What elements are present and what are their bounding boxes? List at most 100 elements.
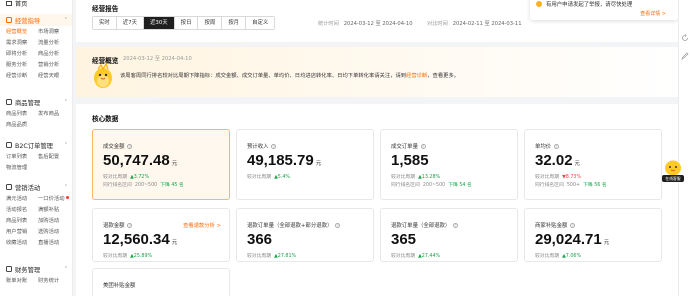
sidebar-item-label: 营销分析: [38, 62, 60, 68]
sidebar-item[interactable]: 商品列表: [6, 218, 38, 225]
sidebar-item[interactable]: 财务统计: [38, 278, 70, 285]
metric-card[interactable]: 退款订单量（全部退款+部分退款） ? 366 较对比周期 ▲27.81%: [236, 208, 374, 262]
page-title: 经营报告: [92, 5, 119, 13]
chevron-up-icon: ⌃: [63, 99, 68, 105]
sidebar-section[interactable]: 财务管理 ⌃: [0, 263, 72, 275]
metric-name-text: 成交订单量: [391, 144, 418, 150]
sidebar-item[interactable]: 收藏活动: [6, 240, 38, 247]
sidebar-item-label: 活动报名: [6, 207, 28, 213]
sidebar-item[interactable]: 营销分析: [38, 62, 70, 69]
metric-name-text: 退款订单量（全部退款+部分退款）: [247, 223, 333, 229]
sidebar-item[interactable]: 服务分析: [6, 62, 38, 69]
sidebar-item[interactable]: 订单列表: [6, 154, 38, 161]
period-tabs: 实时 近7天 近30天 按日 按周 按月 自定义: [92, 16, 276, 30]
help-icon[interactable]: ?: [127, 144, 133, 149]
help-icon[interactable]: ?: [453, 223, 459, 228]
metric-compare: 较对比周期 ▲25.89%: [103, 252, 152, 259]
sidebar-item[interactable]: 经营概览: [6, 29, 38, 36]
sidebar-item[interactable]: 即将分析: [6, 51, 38, 58]
sidebar-item[interactable]: 一口价活动: [38, 196, 70, 203]
sidebar-section[interactable]: 商品管理 ⌃: [0, 96, 72, 108]
sidebar-item-label: 选购活动: [38, 229, 60, 235]
metric-rank-range: 500+: [566, 183, 581, 188]
metric-delta: 27.44%: [421, 254, 441, 259]
metric-compare: 较对比周期 ▲27.44%: [391, 252, 440, 259]
period-tab[interactable]: 自定义: [246, 17, 275, 29]
sidebar-item[interactable]: 物流管理: [6, 165, 38, 172]
sidebar-item[interactable]: 直播活动: [38, 240, 70, 247]
sidebar-item[interactable]: 市场洞察: [38, 29, 70, 36]
metric-card[interactable]: 退款金额 ? 查看退款分析 > 12,560.34 元较对比周期 ▲25.89%: [92, 208, 230, 262]
period-tab[interactable]: 实时: [93, 17, 117, 29]
sidebar-section-label: B2C订单管理: [15, 142, 53, 150]
notice-popup[interactable]: 有用户申请发起了举报，请尽快处理 查看详情 >: [530, 0, 678, 20]
metric-value-number: 49,185.79: [247, 152, 314, 169]
sidebar-item-label: 一口价活动: [38, 196, 65, 202]
metric-compare-label: 较对比周期: [535, 254, 559, 259]
metric-rank-range: 200~500: [422, 183, 446, 188]
online-service-button[interactable]: 在线客服: [662, 158, 684, 184]
sidebar-item[interactable]: 商品品质: [6, 122, 38, 129]
metric-card[interactable]: 商家补贴金额 ? 29,024.71 元较对比周期 ▲7.06%: [524, 208, 662, 262]
online-service-label: 在线客服: [662, 175, 684, 182]
metric-card[interactable]: 预计收入 ? 49,185.79 元较对比周期 ▲5.4%: [236, 129, 374, 200]
help-icon[interactable]: ?: [271, 144, 277, 149]
sidebar-item[interactable]: 满元活动: [6, 196, 38, 203]
period-tab[interactable]: 近7天: [116, 17, 145, 29]
sidebar-item-home[interactable]: 首页: [6, 0, 27, 8]
section-icon: [6, 184, 12, 190]
sidebar-item[interactable]: 发布商品: [38, 111, 70, 118]
overview-date: 2024-03-12 至 2024-04-10: [123, 56, 192, 62]
sidebar-item[interactable]: 需求洞察: [6, 40, 38, 47]
refund-analysis-link[interactable]: 查看退款分析 >: [183, 221, 221, 229]
edit-icon[interactable]: [681, 52, 689, 60]
sidebar-item[interactable]: 满额补贴: [38, 207, 70, 214]
sidebar-item[interactable]: 加购活动: [38, 218, 70, 225]
period-tab[interactable]: 按周: [198, 17, 223, 29]
metric-name: 退款金额 ?: [103, 221, 133, 229]
right-toolbar: [678, 0, 690, 296]
period-tab[interactable]: 按日: [174, 17, 199, 29]
notice-detail-link[interactable]: 查看详情 >: [640, 10, 666, 17]
sidebar-item[interactable]: 商品分析: [38, 51, 70, 58]
sidebar-item[interactable]: 活动报名: [6, 207, 38, 214]
help-icon[interactable]: ?: [570, 223, 576, 228]
section-icon: [6, 142, 12, 148]
sidebar-item[interactable]: 经营天眼: [38, 73, 70, 80]
metric-name: 退款订单量（全部退款+部分退款） ?: [247, 221, 341, 229]
metric-card[interactable]: 成交金额 ? 50,747.48 元较对比周期 ▲3.72% 同行排名区间 200~5…: [92, 129, 230, 200]
metric-name-text: 单均价: [535, 144, 552, 150]
metric-compare-label: 较对比周期: [391, 254, 415, 259]
sidebar-item[interactable]: 选购活动: [38, 229, 70, 236]
help-icon[interactable]: ?: [420, 144, 426, 149]
metric-delta: 3.72%: [133, 175, 150, 180]
sidebar-submenu: 满元活动 一口价活动活动报名 满额补贴 商品列表 加购活动用户营销 选购活动收藏活动 直播活…: [6, 196, 70, 247]
sidebar-item[interactable]: 用户营销: [6, 229, 38, 236]
help-icon[interactable]: ?: [553, 144, 559, 149]
sidebar-section[interactable]: 经营指导 ⌃: [0, 14, 72, 26]
sidebar-item[interactable]: 流量分析: [38, 40, 70, 47]
metric-card[interactable]: 美团补贴金额: [92, 268, 230, 296]
sidebar-item[interactable]: 账单对账: [6, 278, 38, 285]
refresh-icon[interactable]: [681, 34, 689, 42]
metric-value-number: 365: [391, 231, 417, 248]
metric-card[interactable]: 单均价 ? 32.02 元较对比周期 ▼8.73% 同行排名区间 500+ 下降 56…: [524, 129, 662, 200]
sidebar-item[interactable]: 售后配置: [38, 154, 70, 161]
help-icon[interactable]: ?: [335, 223, 341, 228]
sidebar-item-label: 用户营销: [6, 229, 28, 235]
help-icon[interactable]: ?: [127, 223, 133, 228]
diagnosis-link[interactable]: 经营诊断: [406, 73, 427, 79]
sidebar-section[interactable]: B2C订单管理 ⌃: [0, 139, 72, 151]
sidebar-submenu: 商品列表 发布商品 商品品质: [6, 111, 70, 129]
metric-card[interactable]: 退款订单量（全部退款） ? 365 较对比周期 ▲27.44%: [380, 208, 518, 262]
sidebar-item[interactable]: 商品列表: [6, 111, 38, 118]
metric-name-text: 美团补贴金额: [103, 283, 136, 289]
sidebar-section[interactable]: 营销活动 ⌃: [0, 181, 72, 193]
sidebar-item-label: 收藏活动: [6, 240, 28, 246]
sidebar-item[interactable]: 经营诊断: [6, 73, 38, 80]
metric-unit: 元: [171, 240, 178, 246]
period-tab[interactable]: 按月: [222, 17, 247, 29]
period-tab[interactable]: 近30天: [144, 17, 175, 29]
metric-delta: 5.4%: [277, 175, 290, 180]
metric-card[interactable]: 成交订单量 ? 1,585 较对比周期 ▲13.28% 同行排名区间 200~500 …: [380, 129, 518, 200]
